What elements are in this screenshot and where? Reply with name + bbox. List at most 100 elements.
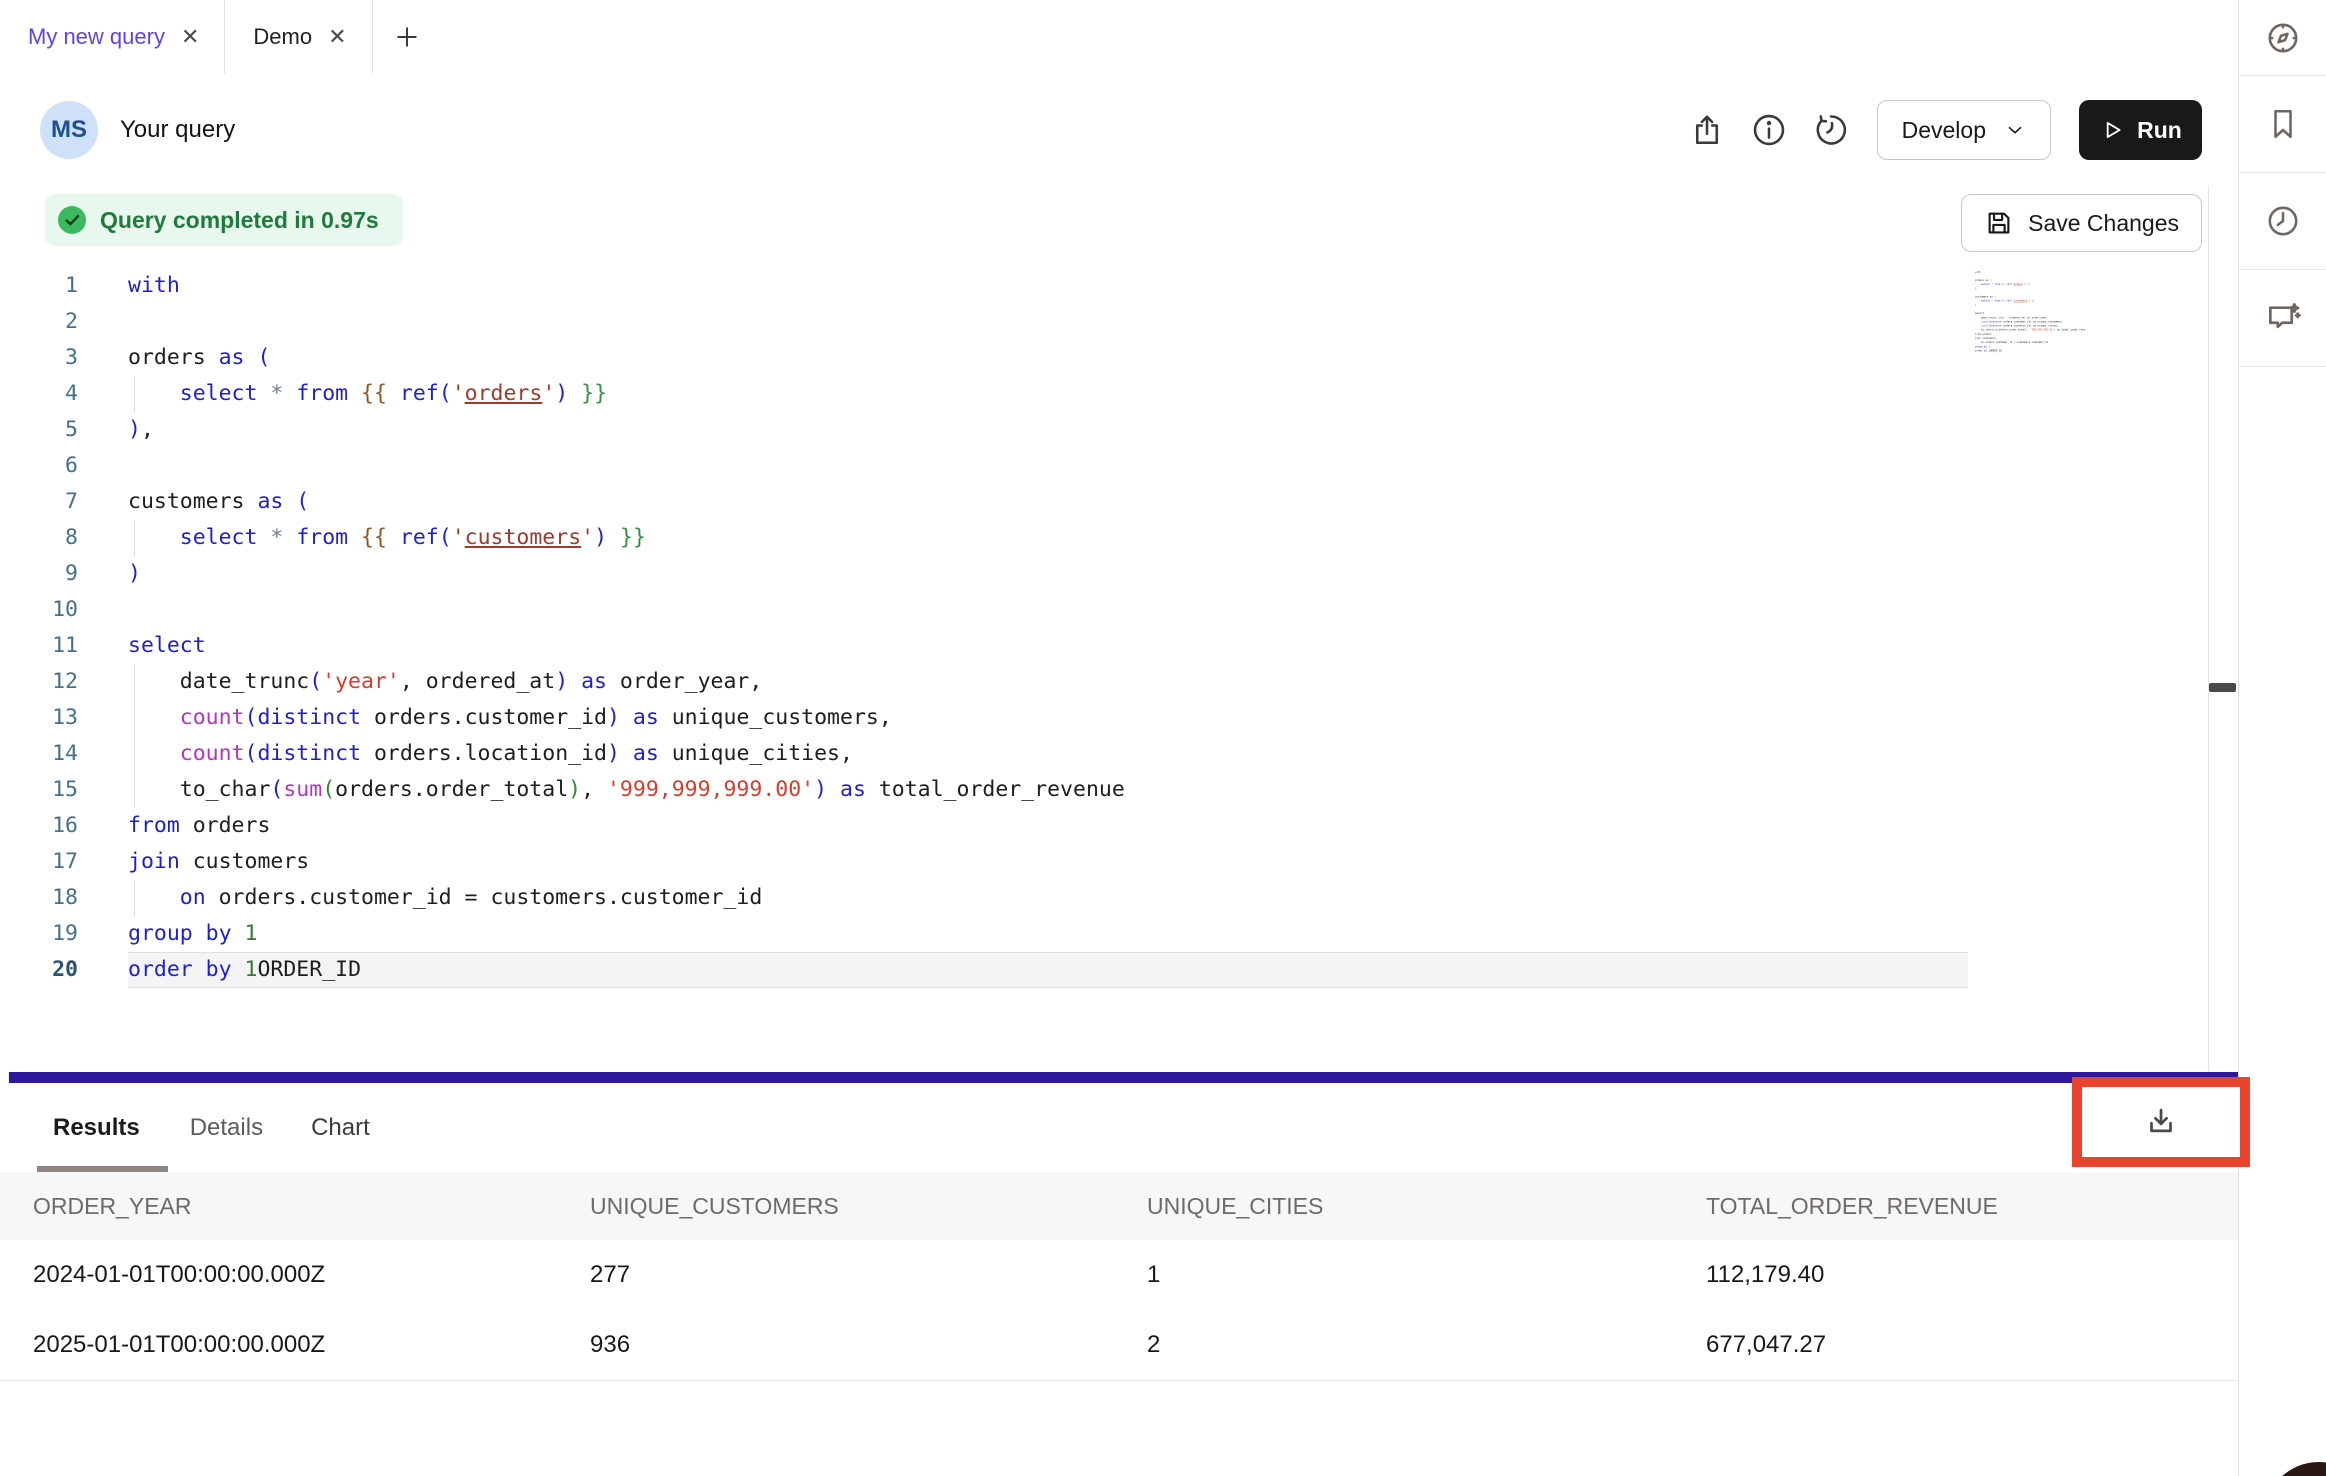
panel-divider-bar xyxy=(9,1072,2238,1083)
avatar: MS xyxy=(40,101,98,159)
tab-my-new-query[interactable]: My new query ✕ xyxy=(0,0,225,74)
code-line[interactable]: select * from {{ ref('orders') }} xyxy=(128,376,1968,412)
code-line[interactable]: on orders.customer_id = customers.custom… xyxy=(128,880,1968,916)
download-icon xyxy=(2142,1103,2180,1141)
line-number: 14 xyxy=(0,736,78,772)
results-tabbar: Results Details Chart xyxy=(0,1083,2238,1173)
close-icon[interactable]: ✕ xyxy=(181,26,199,48)
line-number: 11 xyxy=(0,628,78,664)
code-line[interactable]: ) xyxy=(128,556,1968,592)
sql-editor[interactable]: Query completed in 0.97s Save Changes 12… xyxy=(0,186,2238,1072)
line-number: 2 xyxy=(0,304,78,340)
save-icon xyxy=(1984,208,2014,238)
history-panel-button[interactable] xyxy=(2239,173,2326,270)
tab-results[interactable]: Results xyxy=(53,1114,140,1142)
line-number: 10 xyxy=(0,592,78,628)
code-line[interactable] xyxy=(128,304,1968,340)
line-number: 13 xyxy=(0,700,78,736)
develop-dropdown[interactable]: Develop xyxy=(1877,100,2051,160)
save-label: Save Changes xyxy=(2028,210,2179,237)
tab-demo[interactable]: Demo ✕ xyxy=(225,0,372,74)
code-line[interactable]: to_char(sum(orders.order_total), '999,99… xyxy=(128,772,1968,808)
develop-label: Develop xyxy=(1902,117,1986,144)
share-button[interactable] xyxy=(1683,106,1731,154)
line-number: 6 xyxy=(0,448,78,484)
column-header: ORDER_YEAR xyxy=(33,1172,191,1240)
code-line[interactable]: from orders xyxy=(128,808,1968,844)
ai-assistant-button[interactable] xyxy=(2239,270,2326,367)
line-number: 5 xyxy=(0,412,78,448)
bookmarks-button[interactable] xyxy=(2239,76,2326,173)
main-area: My new query ✕ Demo ✕ MS Your query xyxy=(0,0,2238,1476)
table-row: 2024-01-01T00:00:00.000Z2771112,179.40 xyxy=(0,1240,2238,1311)
page-title: Your query xyxy=(120,116,235,144)
info-icon xyxy=(1751,112,1787,148)
line-number: 8 xyxy=(0,520,78,556)
line-number: 9 xyxy=(0,556,78,592)
tab-chart[interactable]: Chart xyxy=(311,1114,370,1142)
line-number: 20 xyxy=(0,952,78,988)
chevron-down-icon xyxy=(2004,119,2026,141)
cell: 2025-01-01T00:00:00.000Z xyxy=(33,1310,325,1380)
line-number: 17 xyxy=(0,844,78,880)
code-line[interactable]: join customers xyxy=(128,844,1968,880)
cell: 2 xyxy=(1147,1310,1160,1380)
minimap-content: withorders as ( select * from {{ ref('or… xyxy=(1975,270,2085,353)
editor-tabbar: My new query ✕ Demo ✕ xyxy=(0,0,2238,75)
code-line[interactable]: count(distinct orders.location_id) as un… xyxy=(128,736,1968,772)
code-line[interactable]: customers as ( xyxy=(128,484,1968,520)
tab-details[interactable]: Details xyxy=(190,1114,263,1142)
chat-sparkles-icon xyxy=(2264,299,2302,337)
run-button[interactable]: Run xyxy=(2079,100,2202,160)
line-number: 15 xyxy=(0,772,78,808)
explore-button[interactable] xyxy=(2239,0,2326,76)
code-line[interactable] xyxy=(128,448,1968,484)
line-number: 16 xyxy=(0,808,78,844)
download-results-button[interactable] xyxy=(2142,1103,2180,1141)
code-line[interactable]: order by 1ORDER_ID xyxy=(128,952,1968,988)
cell: 1 xyxy=(1147,1240,1160,1310)
compass-icon xyxy=(2265,20,2301,56)
header-actions: Develop Run xyxy=(1683,100,2202,160)
cell: 112,179.40 xyxy=(1706,1240,1824,1310)
new-tab-button[interactable] xyxy=(373,0,441,74)
annotation-highlight-rectangle xyxy=(2072,1077,2250,1167)
indent-guide xyxy=(134,520,135,556)
editor-minimap[interactable]: withorders as ( select * from {{ ref('or… xyxy=(1975,270,2085,370)
history-button[interactable] xyxy=(1807,106,1855,154)
status-badge: Query completed in 0.97s xyxy=(45,194,403,246)
column-header: UNIQUE_CUSTOMERS xyxy=(590,1172,839,1240)
tab-label: Demo xyxy=(253,24,312,50)
code-line[interactable]: select * from {{ ref('customers') }} xyxy=(128,520,1968,556)
code-line[interactable]: count(distinct orders.customer_id) as un… xyxy=(128,700,1968,736)
save-changes-button[interactable]: Save Changes xyxy=(1961,194,2202,252)
code-line[interactable] xyxy=(128,592,1968,628)
column-header: UNIQUE_CITIES xyxy=(1147,1172,1323,1240)
right-sidebar xyxy=(2238,0,2326,1476)
query-header: MS Your query xyxy=(0,74,2238,187)
cell: 277 xyxy=(590,1240,630,1310)
code-area[interactable]: with orders as ( select * from {{ ref('or… xyxy=(128,268,1968,988)
code-line[interactable]: date_trunc('year', ordered_at) as order_… xyxy=(128,664,1968,700)
line-number: 1 xyxy=(0,268,78,304)
close-icon[interactable]: ✕ xyxy=(328,26,346,48)
code-line: order by 1ORDER_ID xyxy=(1975,349,2085,353)
tab-label: My new query xyxy=(28,24,165,50)
indent-guide xyxy=(134,736,135,772)
info-button[interactable] xyxy=(1745,106,1793,154)
code-line[interactable]: with xyxy=(128,268,1968,304)
code-line[interactable]: select xyxy=(128,628,1968,664)
line-number-gutter: 1234567891011121314151617181920 xyxy=(0,268,78,988)
app-window: My new query ✕ Demo ✕ MS Your query xyxy=(0,0,2326,1476)
bookmark-icon xyxy=(2265,106,2301,142)
code-line[interactable]: group by 1 xyxy=(128,916,1968,952)
indent-guide xyxy=(134,700,135,736)
clock-icon xyxy=(2265,203,2301,239)
code-line[interactable]: orders as ( xyxy=(128,340,1968,376)
panel-divider xyxy=(2208,186,2209,1072)
run-label: Run xyxy=(2137,117,2182,144)
column-header: TOTAL_ORDER_REVENUE xyxy=(1706,1172,1998,1240)
panel-resize-handle[interactable] xyxy=(2209,683,2236,692)
code-line[interactable]: ), xyxy=(128,412,1968,448)
line-number: 19 xyxy=(0,916,78,952)
